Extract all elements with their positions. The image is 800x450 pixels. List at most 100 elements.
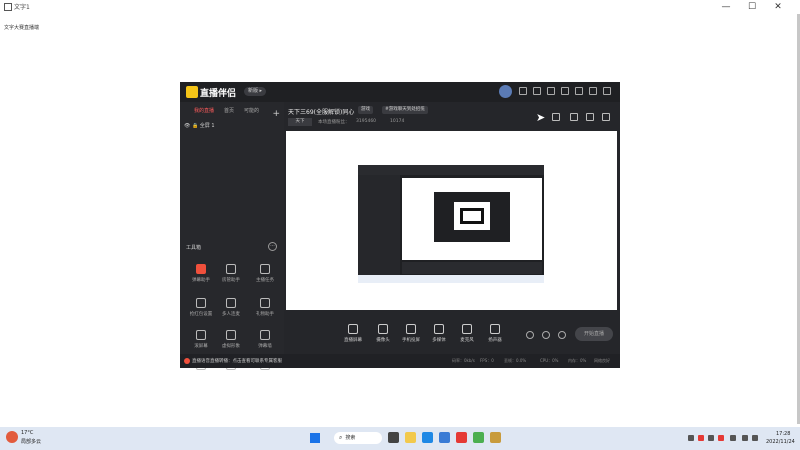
screen-icon: [260, 298, 270, 308]
stat-network: 网络良好: [594, 358, 610, 363]
scroll-icon: [196, 330, 206, 340]
bell-icon[interactable]: [586, 113, 594, 121]
message-icon[interactable]: [519, 87, 527, 95]
nested-taskbar: [358, 275, 544, 283]
camera-icon: [378, 324, 388, 334]
store-icon[interactable]: [439, 432, 450, 443]
live-app-taskbar-icon[interactable]: [456, 432, 467, 443]
app-taskbar-icon[interactable]: [473, 432, 484, 443]
avatar[interactable]: [499, 85, 512, 98]
tool-item[interactable]: 多人连麦: [216, 298, 246, 324]
clock-time[interactable]: 17:28: [776, 431, 790, 437]
weather-icon[interactable]: [6, 431, 18, 443]
tray-app-icon[interactable]: [698, 435, 704, 441]
wifi-icon[interactable]: [742, 435, 748, 441]
nested-bottom-bar: [402, 262, 542, 274]
close-button[interactable]: ✕: [768, 1, 788, 13]
tool-item[interactable]: 礼物助手: [250, 298, 280, 324]
tab-my-live[interactable]: 我的直播: [194, 107, 214, 114]
scene-item[interactable]: 👁 🔒 全屏 1: [184, 122, 215, 129]
nested-left-panel: [358, 175, 400, 283]
add-scene-button[interactable]: +: [272, 109, 280, 119]
task-view-icon[interactable]: [388, 432, 399, 443]
outer-subtitle: 文字大赛直播端: [4, 25, 40, 31]
tool-item[interactable]: 主播任务: [250, 264, 280, 290]
preview-canvas[interactable]: [286, 131, 617, 310]
taskbar-search[interactable]: ⌕ 搜索: [334, 432, 382, 444]
topic-chip[interactable]: #游戏聊天到处招揽: [382, 106, 428, 114]
layout-icon[interactable]: [547, 87, 555, 95]
menu-icon[interactable]: [575, 87, 583, 95]
edge-icon[interactable]: [422, 432, 433, 443]
preview-icon[interactable]: [542, 331, 550, 339]
category-chip[interactable]: 游戏: [358, 106, 373, 114]
source-button[interactable]: 直播屏幕: [340, 324, 366, 343]
source-button[interactable]: 摄像头: [370, 324, 396, 343]
tab-other[interactable]: 可能的: [244, 107, 259, 114]
tool-item[interactable]: 弹幕助手: [186, 264, 216, 290]
calendar-icon: [260, 330, 270, 340]
weather-desc[interactable]: 局部多云: [21, 438, 41, 445]
stream-title[interactable]: 天下三69(全服解锁)同心: [288, 107, 354, 116]
version-pill[interactable]: 新版 ▸: [244, 87, 266, 96]
app2-taskbar-icon[interactable]: [490, 432, 501, 443]
tray-app-icon[interactable]: [718, 435, 724, 441]
tool-item[interactable]: 弹幕墙: [250, 330, 280, 356]
source-button[interactable]: 扬声器: [482, 324, 508, 343]
source-button[interactable]: 手机投屏: [398, 324, 424, 343]
monitor-icon: [348, 324, 358, 334]
tab-home[interactable]: 首页: [224, 107, 234, 114]
phone-icon: [406, 324, 416, 334]
eye-icon[interactable]: 👁: [184, 123, 190, 129]
screen-icon[interactable]: [570, 113, 578, 121]
screen-icon[interactable]: [533, 87, 541, 95]
scene-label: 全屏 1: [199, 123, 215, 129]
trophy-icon[interactable]: [561, 87, 569, 95]
more-tools-button[interactable]: ···: [268, 242, 277, 251]
tag-chip[interactable]: 天下: [288, 118, 312, 126]
lock-icon[interactable]: 🔒: [192, 123, 198, 129]
status-bar: 直播语音直播转播：点击查看可联系专属客服 码率：0kb/s FPS：0 丢帧：0…: [180, 354, 620, 368]
live-app-window: 直播伴侣 新版 ▸ 我的直播 首页 可能的 + 👁 🔒 全屏 1 工具箱 ···…: [180, 82, 620, 370]
footer-message[interactable]: 直播语音直播转播：点击查看可联系专属客服: [192, 358, 282, 364]
windows-start-icon[interactable]: [310, 433, 320, 443]
share-icon[interactable]: [602, 113, 610, 121]
clock-date[interactable]: 2022/11/24: [766, 439, 795, 445]
close-icon[interactable]: [603, 87, 611, 95]
nested-top-bar: [358, 165, 544, 175]
maximize-button[interactable]: ☐: [742, 1, 762, 13]
stat-bitrate: 码率：0kb/s: [452, 358, 475, 363]
file-explorer-icon[interactable]: [405, 432, 416, 443]
lock-icon[interactable]: [552, 113, 560, 121]
tool-item[interactable]: 虚拟形象: [216, 330, 246, 356]
tray-app-icon[interactable]: [708, 435, 714, 441]
meta-label: 本场直播粉丝：: [318, 120, 350, 125]
gift-icon: [196, 298, 206, 308]
minimize-button[interactable]: —: [716, 1, 736, 13]
start-live-button[interactable]: 开始直播: [575, 327, 613, 341]
ime-icon[interactable]: [730, 435, 736, 441]
danmaku-icon: [196, 264, 206, 274]
tool-item[interactable]: 房管助手: [216, 264, 246, 290]
mic-icon: [462, 324, 472, 334]
source-button[interactable]: 麦克风: [454, 324, 480, 343]
record-icon[interactable]: [526, 331, 534, 339]
nested-preview: [358, 165, 544, 283]
restore-icon[interactable]: [589, 87, 597, 95]
volume-icon[interactable]: [752, 435, 758, 441]
left-tabs: 我的直播 首页 可能的 +: [180, 107, 284, 119]
source-button[interactable]: 多媒体: [426, 324, 452, 343]
user-icon: [226, 264, 236, 274]
cursor-icon: ➤: [536, 111, 546, 124]
outer-window-title: 文字1: [14, 4, 30, 11]
download-icon: [226, 330, 236, 340]
tool-item[interactable]: 滚屏幕: [186, 330, 216, 356]
alert-icon: [184, 358, 190, 364]
chevron-up-icon[interactable]: [688, 435, 694, 441]
nested-preview-canvas: [402, 178, 542, 260]
stat-cpu: CPU：0%: [540, 358, 559, 363]
weather-temp[interactable]: 17°C: [21, 430, 33, 436]
left-panel: 我的直播 首页 可能的 + 👁 🔒 全屏 1 工具箱 ··· 弹幕助手 房管助手…: [180, 102, 284, 370]
tool-item[interactable]: 抢红包设置: [186, 298, 216, 324]
settings-icon[interactable]: [558, 331, 566, 339]
